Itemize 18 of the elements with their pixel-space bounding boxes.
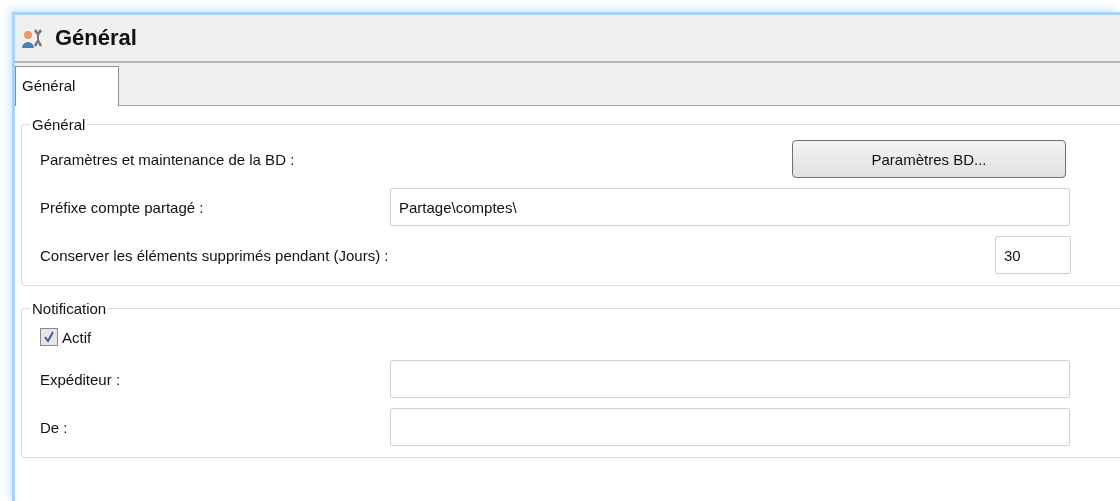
group-title: Général bbox=[31, 116, 87, 133]
tab[interactable]: Général bbox=[15, 66, 119, 106]
settings-button[interactable]: Paramètres BD... bbox=[792, 140, 1066, 178]
field-label: De : bbox=[40, 418, 68, 436]
field-label: Préfixe compte partagé : bbox=[40, 198, 204, 216]
input-field[interactable] bbox=[390, 360, 1070, 398]
check-icon bbox=[43, 331, 55, 343]
input-field[interactable]: Partage\comptes\ bbox=[390, 188, 1070, 226]
field-label: Expéditeur : bbox=[40, 370, 121, 388]
field-label: Paramètres et maintenance de la BD : bbox=[40, 150, 295, 168]
input-field[interactable]: 30 bbox=[995, 236, 1071, 274]
checkbox-label: Actif bbox=[62, 328, 92, 346]
user-wrench-icon bbox=[21, 26, 45, 50]
input-field[interactable] bbox=[390, 408, 1070, 446]
field-label: Conserver les éléments supprimés pendant (Jours) : bbox=[40, 246, 389, 264]
window-title: Général bbox=[55, 25, 137, 51]
checkbox[interactable] bbox=[40, 328, 58, 346]
group-title: Notification bbox=[31, 300, 108, 317]
